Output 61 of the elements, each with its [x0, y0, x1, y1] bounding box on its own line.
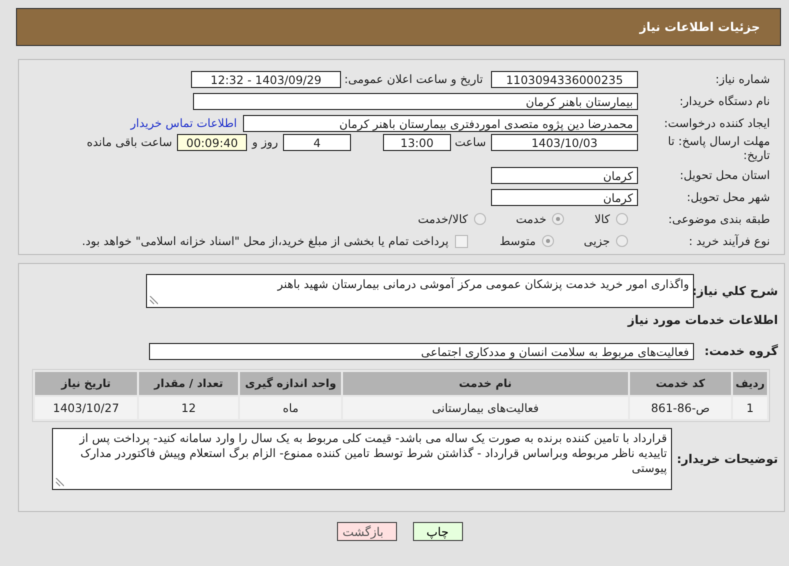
province-field[interactable]: کرمان — [491, 166, 638, 184]
field-label: طبقه بندی موضوعی: — [667, 212, 771, 226]
service-group-field[interactable]: فعالیت‌های مربوط به سلامت انسان و مددکاری اجتماعی — [149, 342, 694, 360]
column-header: ردیف — [733, 372, 767, 395]
time-label: ساعت — [454, 134, 487, 151]
resize-grip-icon[interactable] — [149, 296, 158, 305]
field-label: استان محل تحویل: — [678, 168, 771, 182]
field-label: نام دستگاه خریدار: — [678, 94, 771, 108]
radio-button[interactable] — [542, 235, 554, 247]
buyer-notes-text: قرارداد با تامین کننده برنده به صورت یک ساله می باشد- قیمت کلی مربوط به یک سال را وارد سامانه کنید- پرداخت پس از تاییدیه ناظر مربوطه وبراساس قرارداد - گذاشتن شرط توسط تامین کننده ممنوع- الزام برگ استعلام وپیش فاکتوردر مدارک پیوستی — [80, 431, 667, 475]
radio-button[interactable] — [474, 213, 486, 225]
deadline-date-field[interactable]: 1403/10/03 — [491, 134, 638, 151]
table-cell: فعالیت‌های بیمارستانی — [343, 397, 628, 419]
radio-label: متوسط — [500, 234, 536, 248]
column-header: کد خدمت — [630, 372, 732, 395]
table-cell: ص-86-861 — [630, 397, 732, 419]
field-label: شرح کلي نياز: — [694, 284, 779, 298]
resize-grip-icon[interactable] — [55, 478, 64, 487]
radio-button[interactable] — [552, 213, 564, 225]
field-label: شهر محل تحویل: — [686, 190, 771, 204]
summary-text: واگذاری امور خرید خدمت پزشکان عمومی مرکز آموشی درمانی بیمارستان شهید باهنر — [278, 277, 689, 291]
field-label: توضیحات خریدار: — [676, 452, 779, 466]
field-label: مهلت ارسال پاسخ: تا تاریخ: — [666, 134, 771, 162]
buyer-contact-link[interactable]: اطلاعات تماس خریدار — [130, 116, 237, 130]
section-heading: اطلاعات خدمات مورد نیاز — [626, 313, 779, 329]
field-label: نوع فرآیند خرید : — [688, 234, 771, 248]
creator-field[interactable]: محمدرضا دین پژوه متصدی اموردفتری بیمارستان باهنر کرمان — [243, 114, 638, 132]
field-label: ایجاد کننده درخواست: — [663, 116, 771, 130]
buyer-notes-textarea[interactable] — [52, 428, 672, 490]
radio-label: کالا — [594, 212, 610, 226]
remaining-time-field[interactable]: 00:09:40 — [177, 134, 248, 151]
field-label: شماره نیاز: — [714, 72, 771, 86]
checkbox-label: پرداخت تمام یا بخشی از مبلغ خرید،از محل "اسناد خزانه اسلامی" خواهد بود. — [82, 234, 449, 248]
buyer-field[interactable]: بیمارستان باهنر کرمان — [193, 92, 638, 110]
announce-date-field[interactable]: 1403/09/29 - 12:32 — [191, 70, 341, 88]
table-cell: 1 — [733, 397, 767, 419]
city-field[interactable]: کرمان — [491, 188, 638, 206]
field-label: گروه خدمت: — [703, 344, 779, 358]
remaining-label: ساعت باقی مانده — [86, 134, 174, 151]
checkbox[interactable] — [454, 234, 468, 248]
column-header: واحد اندازه گیری — [240, 372, 342, 395]
field-label: تاریخ و ساعت اعلان عمومی: — [343, 72, 484, 86]
radio-label: خدمت — [516, 212, 546, 226]
days-field[interactable]: 4 — [283, 134, 351, 151]
print-button[interactable]: چاپ — [412, 522, 462, 541]
radio-button[interactable] — [616, 213, 628, 225]
radio-label: جزیی — [584, 234, 610, 248]
table-cell: 12 — [139, 397, 238, 419]
column-header: تاریخ نیاز — [35, 372, 138, 395]
need-number-field[interactable]: 1103094336000235 — [491, 70, 638, 88]
days-label: روز و — [250, 134, 279, 151]
page-title: جزئیات اطلاعات نیاز — [639, 20, 760, 34]
summary-textarea[interactable]: واگذاری امور خرید خدمت پزشکان عمومی مرکز آموشی درمانی بیمارستان شهید باهنر — [146, 274, 694, 308]
column-header: تعداد / مقدار — [139, 372, 238, 395]
deadline-time-field[interactable]: 13:00 — [383, 134, 451, 151]
column-header: نام خدمت — [343, 372, 628, 395]
table-cell: 1403/10/27 — [35, 397, 138, 419]
back-button[interactable]: بازگشت — [336, 522, 396, 541]
radio-button[interactable] — [616, 235, 628, 247]
table-cell: ماه — [240, 397, 342, 419]
radio-label: کالا/خدمت — [418, 212, 468, 226]
